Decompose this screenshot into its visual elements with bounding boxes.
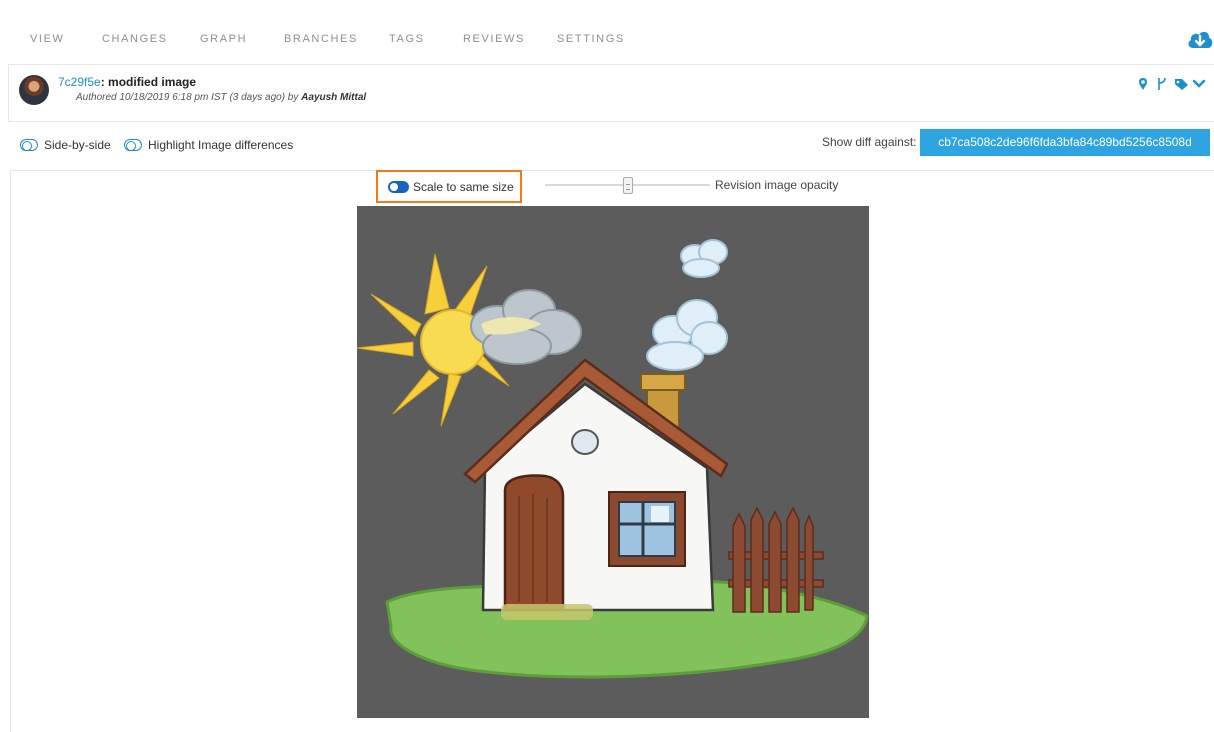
opacity-label: Revision image opacity xyxy=(715,178,839,192)
opacity-slider-handle[interactable] xyxy=(622,177,633,194)
commit-hash-link[interactable]: 7c29f5e xyxy=(58,75,101,89)
side-by-side-toggle[interactable]: Side-by-side xyxy=(20,138,111,152)
map-marker-icon[interactable] xyxy=(1139,78,1147,90)
revision-image xyxy=(356,206,869,718)
top-nav: VIEW CHANGES GRAPH BRANCHES TAGS REVIEWS… xyxy=(0,0,1214,64)
tab-reviews[interactable]: REVIEWS xyxy=(463,33,525,45)
tab-tags[interactable]: TAGS xyxy=(389,33,425,45)
side-by-side-label: Side-by-side xyxy=(44,138,111,152)
commit-author[interactable]: Aayush Mittal xyxy=(301,92,366,103)
tab-branches[interactable]: BRANCHES xyxy=(284,33,358,45)
tab-changes[interactable]: CHANGES xyxy=(102,33,168,45)
tab-view[interactable]: VIEW xyxy=(30,33,65,45)
commit-header: 7c29f5e: modified image Authored 10/18/2… xyxy=(8,64,1214,122)
chevron-down-icon[interactable] xyxy=(1192,79,1206,88)
diff-against-label: Show diff against: xyxy=(822,135,917,149)
tab-graph[interactable]: GRAPH xyxy=(200,33,247,45)
avatar[interactable] xyxy=(19,75,49,105)
commit-meta: Authored 10/18/2019 6:18 pm IST (3 days … xyxy=(76,92,366,103)
toggle-off-icon xyxy=(20,139,38,151)
branch-icon[interactable] xyxy=(1158,77,1166,90)
tag-icon[interactable] xyxy=(1175,79,1188,90)
tab-settings[interactable]: SETTINGS xyxy=(557,33,625,45)
commit-meta-text: Authored 10/18/2019 6:18 pm IST (3 days … xyxy=(76,92,299,103)
cloud-download-icon[interactable] xyxy=(1186,28,1214,52)
diff-against-button[interactable]: cb7ca508c2de96f6fda3bfa84c89bd5256c8508d xyxy=(920,129,1210,156)
house-illustration xyxy=(356,239,869,679)
scale-label: Scale to same size xyxy=(413,180,514,194)
scale-to-same-size-toggle[interactable]: Scale to same size xyxy=(376,170,522,203)
commit-actions xyxy=(1139,77,1206,90)
commit-title: modified image xyxy=(108,75,197,89)
commit-title-line: 7c29f5e: modified image xyxy=(58,75,196,89)
highlight-differences-toggle[interactable]: Highlight Image differences xyxy=(124,138,293,152)
commit-separator: : xyxy=(100,75,105,89)
toggle-off-icon xyxy=(124,139,142,151)
highlight-label: Highlight Image differences xyxy=(148,138,294,152)
toggle-on-icon xyxy=(388,181,409,193)
